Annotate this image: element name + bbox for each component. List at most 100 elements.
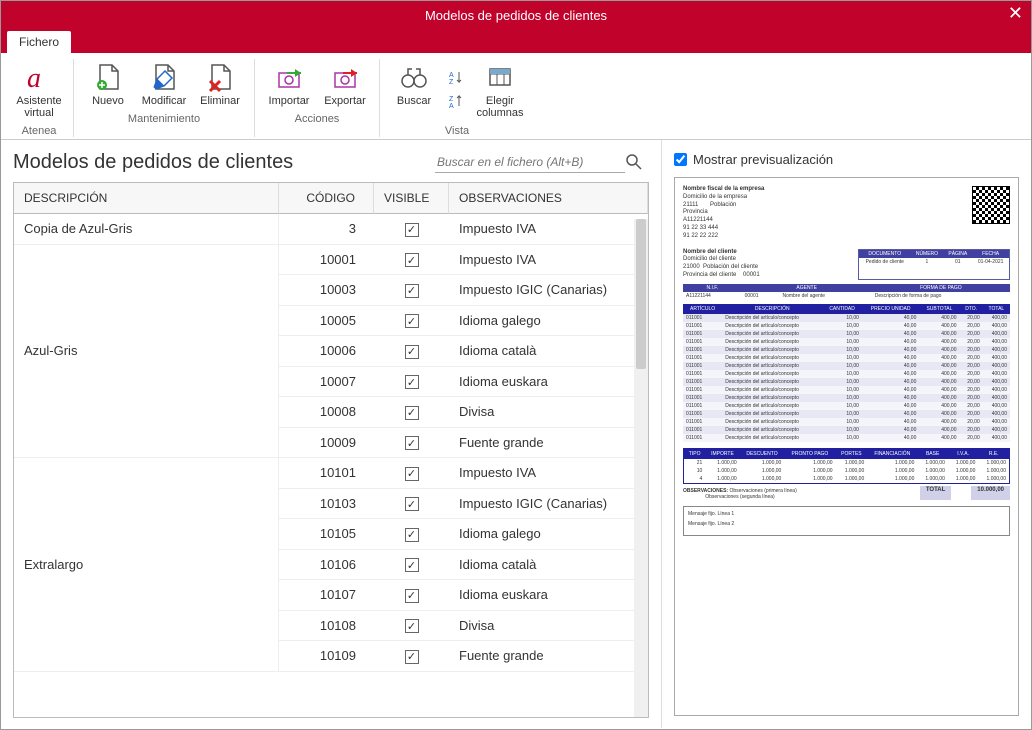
table-row-obs[interactable]: Divisa <box>449 611 648 642</box>
sort-desc-button[interactable]: ZA <box>442 90 472 114</box>
assistant-icon: a <box>23 61 55 93</box>
table-row-obs[interactable]: Idioma euskara <box>449 367 648 398</box>
checkbox-icon[interactable]: ✓ <box>405 528 419 542</box>
table-row-visible[interactable]: ✓ <box>374 458 449 489</box>
checkbox-icon[interactable]: ✓ <box>405 223 419 237</box>
table-row-obs[interactable]: Idioma galego <box>449 306 648 337</box>
col-codigo[interactable]: CÓDIGO <box>279 183 374 214</box>
table-row-code[interactable]: 3 <box>279 214 374 245</box>
titlebar: Modelos de pedidos de clientes ✕ <box>1 1 1031 29</box>
table-row-visible[interactable]: ✓ <box>374 489 449 520</box>
exportar-button[interactable]: Exportar <box>317 59 373 109</box>
checkbox-icon[interactable]: ✓ <box>405 284 419 298</box>
sort-desc-icon: ZA <box>448 92 466 110</box>
table-row-visible[interactable]: ✓ <box>374 550 449 581</box>
table-row-obs[interactable]: Fuente grande <box>449 641 648 672</box>
checkbox-icon[interactable]: ✓ <box>405 345 419 359</box>
modificar-button[interactable]: Modificar <box>136 59 192 109</box>
table-row-code[interactable]: 10107 <box>279 580 374 611</box>
table-row-obs[interactable]: Impuesto IGIC (Canarias) <box>449 489 648 520</box>
close-icon[interactable]: ✕ <box>1008 3 1023 24</box>
edit-icon <box>148 61 180 93</box>
table-row-desc[interactable]: Copia de Azul-Gris <box>14 214 279 245</box>
table-row-visible[interactable]: ✓ <box>374 397 449 428</box>
table-row-visible[interactable]: ✓ <box>374 275 449 306</box>
scrollbar-thumb[interactable] <box>636 219 646 369</box>
table-row-visible[interactable]: ✓ <box>374 367 449 398</box>
qr-icon <box>972 186 1010 224</box>
columns-icon <box>484 61 516 93</box>
col-visible[interactable]: VISIBLE <box>374 183 449 214</box>
table-row-code[interactable]: 10105 <box>279 519 374 550</box>
table-row-code[interactable]: 10103 <box>279 489 374 520</box>
col-descripcion[interactable]: DESCRIPCIÓN <box>14 183 279 214</box>
table-row-obs[interactable]: Impuesto IVA <box>449 458 648 489</box>
tab-fichero[interactable]: Fichero <box>7 31 71 53</box>
table-row-visible[interactable]: ✓ <box>374 245 449 276</box>
table-row-visible[interactable]: ✓ <box>374 641 449 672</box>
table-row-desc[interactable]: Extralargo <box>14 458 279 672</box>
table-row-visible[interactable]: ✓ <box>374 519 449 550</box>
ribbon: a Asistente virtual Atenea Nuevo Modific… <box>1 53 1031 140</box>
table-row-obs[interactable]: Impuesto IVA <box>449 245 648 276</box>
search-input[interactable] <box>435 152 625 173</box>
table-row-obs[interactable]: Divisa <box>449 397 648 428</box>
checkbox-icon[interactable]: ✓ <box>405 406 419 420</box>
table-row-obs[interactable]: Fuente grande <box>449 428 648 459</box>
table-row-code[interactable]: 10001 <box>279 245 374 276</box>
checkbox-icon[interactable]: ✓ <box>405 467 419 481</box>
table-row-code[interactable]: 10003 <box>279 275 374 306</box>
checkbox-icon[interactable]: ✓ <box>405 589 419 603</box>
table-row-obs[interactable]: Idioma euskara <box>449 580 648 611</box>
models-table: DESCRIPCIÓN CÓDIGO VISIBLE OBSERVACIONES… <box>13 182 649 718</box>
checkbox-icon[interactable]: ✓ <box>405 619 419 633</box>
table-row-visible[interactable]: ✓ <box>374 580 449 611</box>
table-scrollbar[interactable] <box>634 219 648 717</box>
table-row-visible[interactable]: ✓ <box>374 611 449 642</box>
table-row-code[interactable]: 10009 <box>279 428 374 459</box>
table-row-visible[interactable]: ✓ <box>374 428 449 459</box>
checkbox-icon[interactable]: ✓ <box>405 314 419 328</box>
window-title: Modelos de pedidos de clientes <box>425 8 607 23</box>
table-row-obs[interactable]: Idioma galego <box>449 519 648 550</box>
checkbox-icon[interactable]: ✓ <box>405 253 419 267</box>
elegir-columnas-button[interactable]: Elegir columnas <box>472 59 528 121</box>
table-row-obs[interactable]: Idioma català <box>449 550 648 581</box>
table-row-code[interactable]: 10005 <box>279 306 374 337</box>
svg-text:a: a <box>27 63 41 93</box>
checkbox-icon[interactable]: ✓ <box>405 558 419 572</box>
import-icon <box>273 61 305 93</box>
svg-text:Z: Z <box>449 96 454 103</box>
checkbox-icon[interactable]: ✓ <box>405 436 419 450</box>
table-row-obs[interactable]: Idioma català <box>449 336 648 367</box>
table-row-code[interactable]: 10106 <box>279 550 374 581</box>
show-preview-checkbox[interactable]: Mostrar previsualización <box>674 152 1019 167</box>
table-row-obs[interactable]: Impuesto IGIC (Canarias) <box>449 275 648 306</box>
eliminar-button[interactable]: Eliminar <box>192 59 248 109</box>
col-observaciones[interactable]: OBSERVACIONES <box>449 183 648 214</box>
main-list-pane: Modelos de pedidos de clientes DESCRIPCI… <box>1 140 661 728</box>
checkbox-icon[interactable]: ✓ <box>405 650 419 664</box>
checkbox-icon[interactable]: ✓ <box>405 375 419 389</box>
sort-asc-button[interactable]: AZ <box>442 66 472 90</box>
table-row-code[interactable]: 10007 <box>279 367 374 398</box>
importar-button[interactable]: Importar <box>261 59 317 109</box>
table-row-visible[interactable]: ✓ <box>374 214 449 245</box>
table-row-visible[interactable]: ✓ <box>374 306 449 337</box>
checkbox-icon[interactable]: ✓ <box>405 497 419 511</box>
ribbon-group-vista: Buscar AZ ZA Elegir columnas Vista <box>380 59 534 137</box>
asistente-virtual-button[interactable]: a Asistente virtual <box>11 59 67 121</box>
table-row-code[interactable]: 10109 <box>279 641 374 672</box>
search-button[interactable] <box>625 150 649 174</box>
sort-asc-icon: AZ <box>448 68 466 86</box>
table-row-code[interactable]: 10101 <box>279 458 374 489</box>
table-row-visible[interactable]: ✓ <box>374 336 449 367</box>
show-preview-input[interactable] <box>674 153 687 166</box>
table-row-code[interactable]: 10008 <box>279 397 374 428</box>
table-row-code[interactable]: 10108 <box>279 611 374 642</box>
table-row-desc[interactable]: Azul-Gris <box>14 245 279 459</box>
table-row-obs[interactable]: Impuesto IVA <box>449 214 648 245</box>
buscar-button[interactable]: Buscar <box>386 59 442 121</box>
nuevo-button[interactable]: Nuevo <box>80 59 136 109</box>
table-row-code[interactable]: 10006 <box>279 336 374 367</box>
